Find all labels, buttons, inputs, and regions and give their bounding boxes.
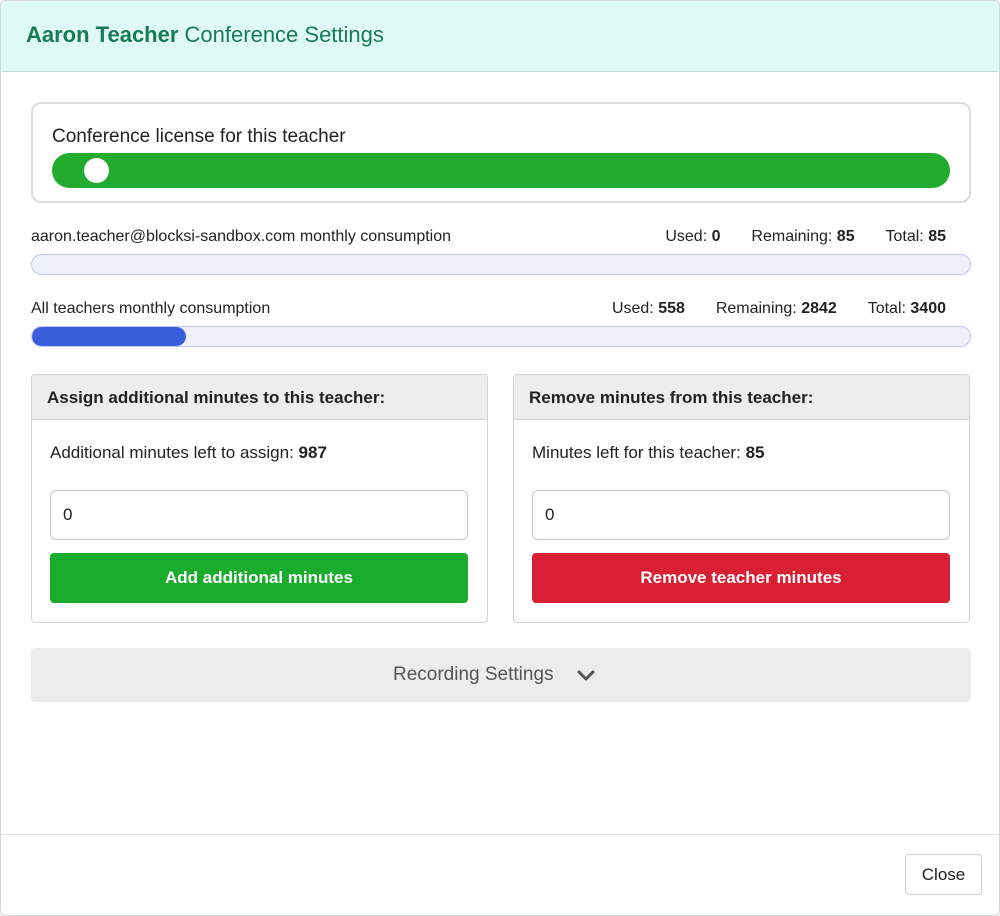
license-panel: Conference license for this teacher — [31, 102, 971, 203]
assign-card-header: Assign additional minutes to this teache… — [32, 375, 487, 420]
teacher-name: Aaron Teacher — [26, 22, 179, 47]
remove-info: Minutes left for this teacher: 85 — [532, 443, 764, 463]
assign-info-value: 987 — [298, 443, 327, 462]
used-label: Used: — [611, 300, 654, 317]
remaining-label: Remaining: — [751, 228, 833, 245]
teacher-consumption-row: aaron.teacher@blocksi-sandbox.com monthl… — [31, 228, 971, 250]
total-value: 85 — [928, 228, 946, 245]
remove-minutes-card: Remove minutes from this teacher: Minute… — [513, 374, 970, 623]
total-label: Total: — [885, 228, 924, 245]
all-consumption-bar — [31, 326, 971, 347]
recording-settings-label: Recording Settings — [393, 664, 554, 685]
dialog-header: Aaron Teacher Conference Settings — [1, 1, 999, 72]
assign-info: Additional minutes left to assign: 987 — [50, 443, 327, 463]
dialog-title: Aaron Teacher Conference Settings — [26, 22, 384, 48]
title-suffix: Conference Settings — [184, 22, 384, 47]
remaining-value: 85 — [836, 228, 855, 245]
add-minutes-button[interactable]: Add additional minutes — [50, 553, 468, 603]
all-consumption-stats: Used: 558 Remaining: 2842 Total: 3400 — [612, 300, 946, 318]
teacher-consumption-label: aaron.teacher@blocksi-sandbox.com monthl… — [31, 228, 452, 245]
license-toggle[interactable] — [52, 153, 950, 188]
all-consumption-label: All teachers monthly consumption — [31, 300, 271, 317]
chevron-down-icon — [577, 670, 595, 681]
conference-settings-dialog: Aaron Teacher Conference Settings Confer… — [0, 0, 1000, 916]
remaining-value: 2842 — [801, 300, 837, 317]
footer-divider — [1, 834, 999, 835]
assign-card-title: Assign additional minutes to this teache… — [47, 388, 386, 407]
used-label: Used: — [665, 228, 708, 245]
teacher-consumption-stats: Used: 0 Remaining: 85 Total: 85 — [665, 228, 946, 246]
all-consumption-fill — [32, 327, 186, 346]
recording-settings-toggle[interactable]: Recording Settings — [31, 648, 971, 702]
remaining-label: Remaining: — [715, 300, 797, 317]
toggle-knob — [84, 158, 109, 183]
remove-minutes-button[interactable]: Remove teacher minutes — [532, 553, 950, 603]
used-value: 0 — [711, 228, 721, 245]
remove-info-label: Minutes left for this teacher: — [532, 443, 741, 462]
total-value: 3400 — [910, 300, 946, 317]
close-button[interactable]: Close — [905, 854, 982, 895]
remove-minutes-input[interactable] — [532, 490, 950, 540]
remove-info-value: 85 — [745, 443, 765, 462]
all-consumption-row: All teachers monthly consumption Used: 5… — [31, 300, 971, 322]
total-label: Total: — [867, 300, 906, 317]
remove-card-title: Remove minutes from this teacher: — [529, 388, 814, 407]
license-label: Conference license for this teacher — [52, 126, 346, 147]
used-value: 558 — [658, 300, 685, 317]
assign-minutes-input[interactable] — [50, 490, 468, 540]
assign-info-label: Additional minutes left to assign: — [50, 443, 294, 462]
assign-minutes-card: Assign additional minutes to this teache… — [31, 374, 488, 623]
teacher-consumption-bar — [31, 254, 971, 275]
remove-card-header: Remove minutes from this teacher: — [514, 375, 969, 420]
